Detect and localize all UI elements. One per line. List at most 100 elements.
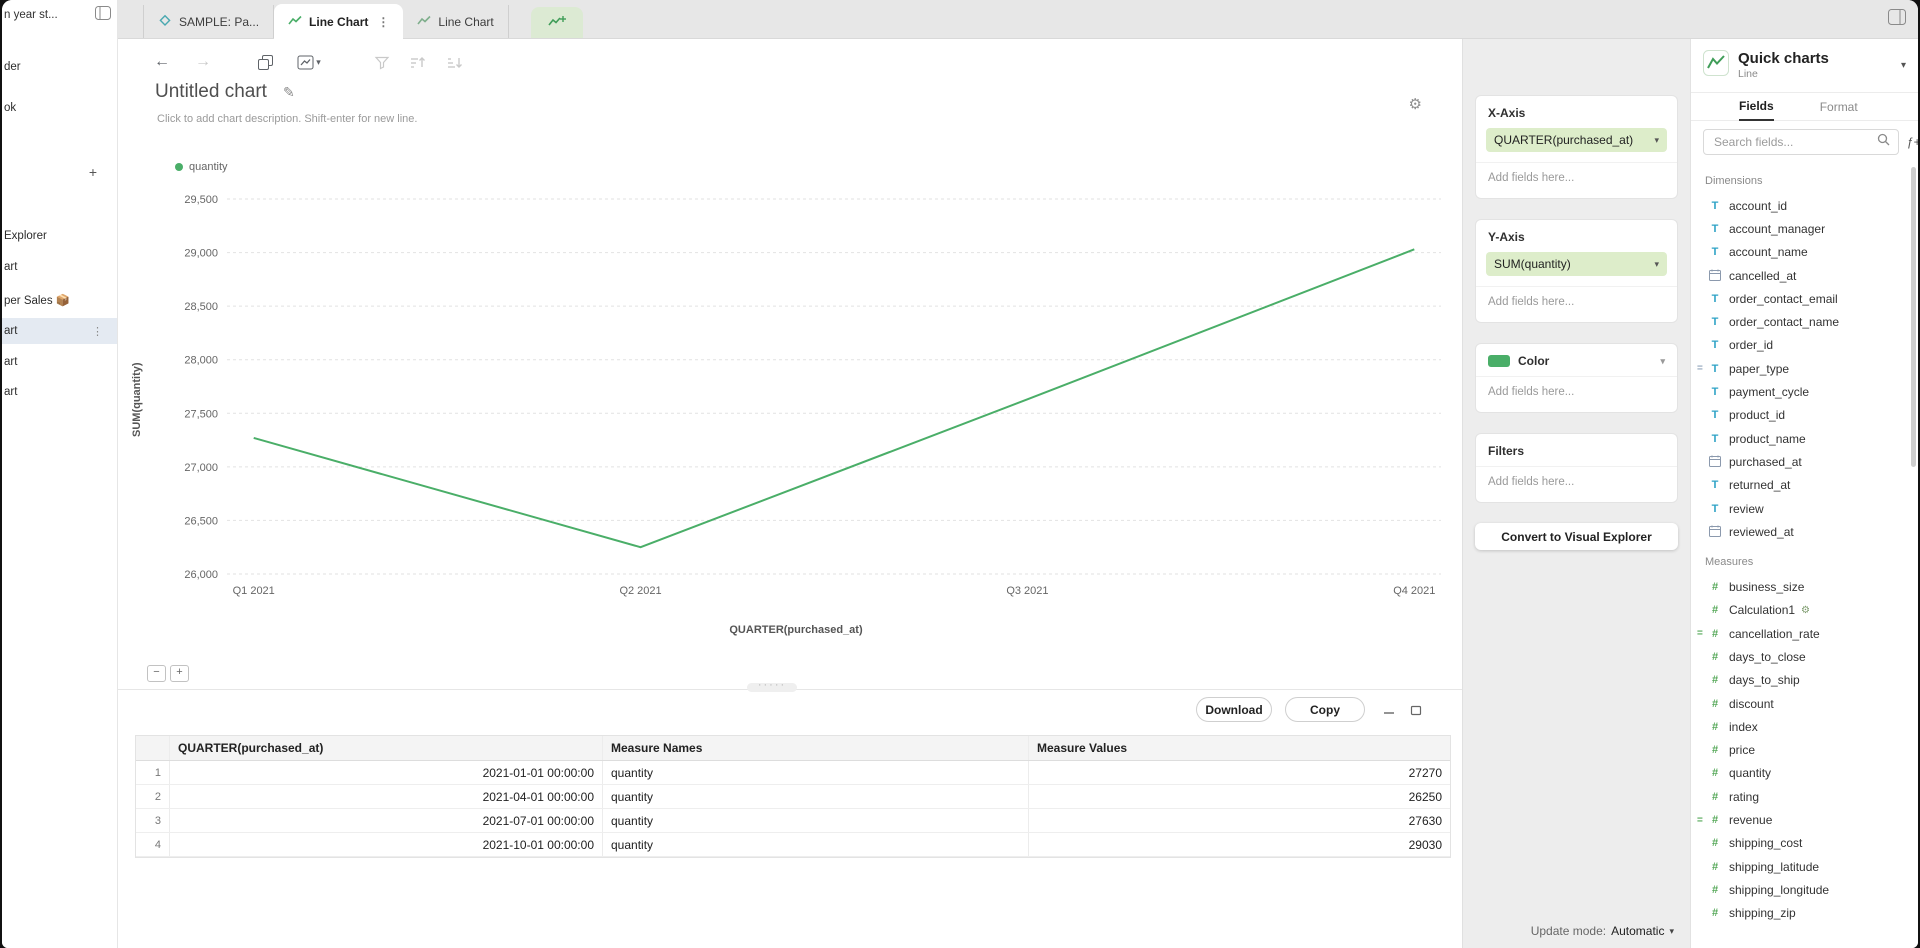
svg-text:26,500: 26,500 [184,515,218,527]
field-item[interactable]: reviewed_at [1691,520,1918,543]
scrollbar-thumb[interactable] [1911,167,1916,467]
sidebar-toggle-icon[interactable] [95,6,111,25]
sidebar-item[interactable]: der [2,54,117,80]
chart-type-dropdown[interactable]: ▾ [290,49,328,75]
svg-text:Q1 2021: Q1 2021 [233,585,275,597]
tab-line-chart-active[interactable]: Line Chart ⋮ [274,4,403,39]
field-item[interactable]: #shipping_zip [1691,902,1918,925]
field-item[interactable]: #Calculation1⚙ [1691,599,1918,622]
column-header[interactable]: QUARTER(purchased_at) [170,736,603,760]
filters-dropzone[interactable]: Add fields here... [1476,466,1677,502]
sidebar-item[interactable]: art [2,379,117,405]
new-chart-tab-button[interactable] [531,7,583,38]
field-item[interactable]: purchased_at [1691,450,1918,473]
field-item[interactable]: #shipping_latitude [1691,855,1918,878]
color-dropzone[interactable]: Add fields here... [1476,376,1677,412]
column-header[interactable]: Measure Names [603,736,1029,760]
expand-results-icon[interactable] [1407,701,1425,719]
field-item[interactable]: #business_size [1691,575,1918,598]
search-input[interactable] [1712,134,1871,150]
y-axis-dropzone[interactable]: Add fields here... [1476,286,1677,322]
field-item[interactable]: Treview [1691,497,1918,520]
formula-icon: = [1697,628,1703,639]
sidebar-item[interactable]: art [2,254,117,280]
chevron-down-icon[interactable]: ▾ [1654,135,1659,146]
field-item[interactable]: =Tpaper_type [1691,357,1918,380]
chart-title-row[interactable]: Untitled chart ✎ [155,81,295,103]
chart-settings-gear-icon[interactable]: ⚙ [1409,95,1422,113]
field-item[interactable]: #shipping_cost [1691,832,1918,855]
search-icon[interactable] [1877,133,1890,151]
kebab-menu-icon[interactable]: ⋮ [92,325,103,338]
field-item[interactable]: Treturned_at [1691,474,1918,497]
collapse-results-icon[interactable] [1380,701,1398,719]
back-button[interactable]: ← [149,49,175,75]
field-item[interactable]: Tproduct_id [1691,404,1918,427]
field-item[interactable]: #days_to_ship [1691,669,1918,692]
column-header[interactable]: Measure Values [1029,736,1450,760]
forward-button[interactable]: → [190,49,216,75]
calculation-settings-icon[interactable]: ⚙ [1801,605,1810,616]
table-row[interactable]: 3 2021-07-01 00:00:00 quantity 27630 [136,809,1450,833]
field-item[interactable]: =#cancellation_rate [1691,622,1918,645]
search-fields-box[interactable] [1703,129,1899,155]
field-item[interactable]: Taccount_manager [1691,217,1918,240]
chevron-down-icon[interactable]: ▾ [1660,356,1665,367]
tab-line-chart-2[interactable]: Line Chart [403,5,508,38]
field-item[interactable]: #rating [1691,785,1918,808]
chevron-down-icon[interactable]: ▾ [1669,926,1674,937]
tab-sample-page[interactable]: SAMPLE: Pa... [143,5,274,38]
table-row[interactable]: 4 2021-10-01 00:00:00 quantity 29030 [136,833,1450,857]
update-mode-value[interactable]: Automatic [1611,924,1664,938]
text-type-icon: T [1708,223,1722,235]
edit-title-icon[interactable]: ✎ [283,84,295,101]
field-item[interactable]: Taccount_id [1691,194,1918,217]
field-item[interactable]: Torder_contact_email [1691,287,1918,310]
sidebar-item-selected[interactable]: art ⋮ [2,318,117,344]
y-axis-field-pill[interactable]: SUM(quantity) ▾ [1486,252,1667,276]
sidebar-item[interactable]: per Sales 📦 [2,287,117,313]
sidebar-item-explorer[interactable]: Explorer [2,223,117,249]
convert-to-visual-explorer-button[interactable]: Convert to Visual Explorer [1475,523,1678,550]
field-item[interactable]: #shipping_longitude [1691,878,1918,901]
chart-description-placeholder[interactable]: Click to add chart description. Shift-en… [157,113,417,125]
sidebar: n year st... der ok + Explorer art per S… [2,0,118,948]
sidebar-item[interactable]: art [2,349,117,375]
zoom-out-button[interactable]: − [147,665,166,682]
field-item[interactable]: #discount [1691,692,1918,715]
download-button[interactable]: Download [1196,697,1272,722]
collapse-panel-icon[interactable] [1888,9,1906,30]
field-item[interactable]: Torder_contact_name [1691,310,1918,333]
resize-handle[interactable]: ····· [747,683,797,692]
field-item[interactable]: #index [1691,715,1918,738]
x-axis-dropzone[interactable]: Add fields here... [1476,162,1677,198]
tab-fields[interactable]: Fields [1739,99,1774,121]
chevron-down-icon[interactable]: ▾ [1654,259,1659,270]
field-item[interactable]: Torder_id [1691,334,1918,357]
sort-descending-icon [442,49,468,75]
field-item[interactable]: #price [1691,739,1918,762]
field-item[interactable]: =#revenue [1691,808,1918,831]
color-swatch[interactable] [1488,355,1510,367]
table-row[interactable]: 1 2021-01-01 00:00:00 quantity 27270 [136,761,1450,785]
tab-menu-icon[interactable]: ⋮ [377,15,389,29]
field-item[interactable]: Taccount_name [1691,241,1918,264]
table-row[interactable]: 2 2021-04-01 00:00:00 quantity 26250 [136,785,1450,809]
duplicate-icon[interactable] [252,49,278,75]
field-item[interactable]: #quantity [1691,762,1918,785]
add-page-button[interactable]: + [89,164,97,180]
chart-config-panel: X-Axis QUARTER(purchased_at) ▾ Add field… [1462,39,1690,948]
field-item[interactable]: Tpayment_cycle [1691,380,1918,403]
add-calculated-field-icon[interactable]: ƒ+ [1907,135,1918,149]
zoom-in-button[interactable]: + [170,665,189,682]
chevron-down-icon[interactable]: ▾ [1901,60,1906,71]
sidebar-item[interactable]: ok [2,95,117,121]
field-item[interactable]: #days_to_close [1691,645,1918,668]
field-item[interactable]: Tproduct_name [1691,427,1918,450]
line-chart-plot[interactable]: 26,00026,50027,00027,50028,00028,50029,0… [141,191,1451,636]
copy-button[interactable]: Copy [1285,697,1365,722]
quick-charts-header[interactable]: Quick charts Line ▾ [1691,39,1918,93]
field-item[interactable]: cancelled_at [1691,264,1918,287]
x-axis-field-pill[interactable]: QUARTER(purchased_at) ▾ [1486,128,1667,152]
tab-format[interactable]: Format [1820,100,1858,120]
